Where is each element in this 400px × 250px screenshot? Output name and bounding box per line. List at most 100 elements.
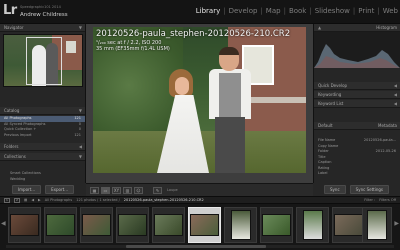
- folders-header[interactable]: Folders ◀: [0, 143, 85, 151]
- filmstrip-thumb[interactable]: [296, 207, 329, 243]
- back-arrow-icon[interactable]: ◀: [31, 198, 34, 202]
- expand-triangle-icon[interactable]: ◀: [394, 101, 397, 106]
- module-slideshow[interactable]: Slideshow: [315, 7, 350, 15]
- filmstrip-scrollbar[interactable]: [6, 245, 394, 248]
- keywording-header[interactable]: Keywording ◀: [314, 91, 400, 99]
- thumb-image: [118, 214, 147, 236]
- thumb-image: [10, 214, 39, 236]
- filmstrip-header: 1 2 ▦ ◀ ▶ All Photographs 121 photos / 1…: [0, 196, 400, 204]
- filmstrip-thumb[interactable]: [260, 207, 293, 243]
- metadata-preset[interactable]: Default: [318, 123, 333, 128]
- navigator-preview-window: [66, 41, 76, 53]
- filmstrip-thumb[interactable]: [224, 207, 257, 243]
- filmstrip-left-arrow-icon[interactable]: ◀: [1, 220, 6, 227]
- painter-icon[interactable]: ✎: [153, 186, 162, 194]
- grid-view-icon[interactable]: ▦: [90, 186, 99, 194]
- sync-settings-button[interactable]: Sync Settings: [349, 185, 389, 194]
- metadata-header[interactable]: Default Metadata: [314, 122, 400, 130]
- filmstrip-thumb[interactable]: [332, 207, 365, 243]
- secondary-window-1-button[interactable]: 1: [4, 197, 10, 203]
- collapse-triangle-icon[interactable]: ▼: [79, 108, 82, 113]
- survey-view-icon[interactable]: ▥: [123, 186, 132, 194]
- collection-item-wedding[interactable]: Wedding: [0, 177, 85, 183]
- catalog-item-count: 121: [74, 132, 81, 137]
- thumb-image: [46, 214, 75, 236]
- metadata-list: File Name 20120526-paula... Copy Name Fol…: [314, 130, 400, 178]
- photo-groom: [205, 47, 255, 173]
- metadata-value[interactable]: 20120526-paula...: [364, 138, 396, 144]
- module-book[interactable]: Book: [289, 7, 306, 15]
- filmstrip[interactable]: ◀ ▶: [0, 204, 400, 250]
- collections-list: Smart Collections Wedding: [0, 161, 85, 183]
- catalog-item-label: Previous Import: [4, 132, 32, 137]
- groom-pants: [215, 117, 245, 173]
- metadata-title: Metadata: [378, 123, 397, 128]
- filmstrip-source[interactable]: All Photographs: [45, 198, 73, 202]
- navigator-preview[interactable]: [3, 34, 83, 87]
- loupe-view-icon[interactable]: ▭: [101, 186, 110, 194]
- metadata-label: Label: [318, 171, 328, 175]
- catalog-title: Catalog: [4, 108, 20, 113]
- main-photo[interactable]: 20120526-paula_stephen-20120526-210.CR2 …: [93, 27, 306, 173]
- metadata-value[interactable]: 2012-05-26: [376, 149, 396, 155]
- filmstrip-thumb[interactable]: [8, 207, 41, 243]
- photo-bride: [153, 69, 211, 173]
- navigator-zoom-box[interactable]: [26, 37, 62, 85]
- grid-icon[interactable]: ▦: [24, 198, 27, 202]
- expand-triangle-icon[interactable]: ◀: [394, 92, 397, 97]
- collapse-triangle-icon[interactable]: ▼: [79, 25, 82, 30]
- people-view-icon[interactable]: ☺: [134, 186, 143, 194]
- module-print[interactable]: Print: [358, 7, 374, 15]
- clipping-indicator-icon[interactable]: ▲: [318, 25, 321, 30]
- histogram-title: Histogram: [376, 25, 397, 30]
- filmstrip-thumb[interactable]: [44, 207, 77, 243]
- left-panel: Navigator ▼ Catalog ▼ All Photographs 12…: [0, 24, 86, 196]
- filmstrip-thumb[interactable]: [116, 207, 149, 243]
- module-separator: |: [260, 7, 263, 15]
- histogram-header[interactable]: ▲ Histogram: [314, 24, 400, 32]
- forward-arrow-icon[interactable]: ▶: [38, 198, 41, 202]
- expand-triangle-icon[interactable]: ◀: [79, 144, 82, 149]
- thumb-image: [154, 214, 183, 236]
- quick-develop-header[interactable]: Quick Develop ◀: [314, 82, 400, 90]
- sync-button[interactable]: Sync: [324, 185, 346, 194]
- quick-develop-title: Quick Develop: [318, 83, 348, 88]
- module-web[interactable]: Web: [383, 7, 398, 15]
- module-develop[interactable]: Develop: [229, 7, 258, 15]
- toolbar-loupe-text: Loupe: [167, 188, 178, 192]
- collection-item-label: Wedding: [10, 176, 26, 181]
- filter-value[interactable]: Filters Off: [379, 198, 396, 202]
- groom-vest: [219, 73, 241, 117]
- library-toolbar: ▦ ▭ XY ▥ ☺ ✎ Loupe: [86, 183, 313, 196]
- bride-face: [175, 77, 189, 95]
- thumb-image: [367, 210, 387, 240]
- secondary-window-2-button[interactable]: 2: [14, 197, 20, 203]
- overlay-lens: 35 mm (EF35mm f/1.4L USM): [96, 46, 170, 52]
- catalog-header[interactable]: Catalog ▼: [0, 107, 85, 115]
- import-button[interactable]: Import...: [11, 185, 42, 194]
- filmstrip-right-arrow-icon[interactable]: ▶: [394, 220, 399, 227]
- keyword-list-header[interactable]: Keyword List ◀: [314, 100, 400, 108]
- collapse-triangle-icon[interactable]: ▼: [79, 154, 82, 159]
- module-map[interactable]: Map: [266, 7, 281, 15]
- catalog-list: All Photographs 121 All Synced Photograp…: [0, 115, 85, 139]
- collections-header[interactable]: Collections ▼: [0, 153, 85, 161]
- overlay-file-name: 20120526-paula_stephen-20120526-210.CR2: [96, 29, 291, 39]
- catalog-item-previous-import[interactable]: Previous Import 121: [0, 133, 85, 139]
- expand-triangle-icon[interactable]: ◀: [394, 83, 397, 88]
- loupe-view[interactable]: 20120526-paula_stephen-20120526-210.CR2 …: [86, 24, 313, 183]
- filmstrip-thumb[interactable]: [362, 207, 392, 243]
- lightroom-logo: Lr: [3, 3, 17, 18]
- filmstrip-thumb[interactable]: [80, 207, 113, 243]
- navigator-header[interactable]: Navigator ▼: [0, 24, 85, 32]
- filmstrip-thumb[interactable]: [152, 207, 185, 243]
- module-separator: |: [283, 7, 286, 15]
- metadata-row: Label: [314, 171, 400, 177]
- filmstrip-scrollbar-thumb[interactable]: [126, 245, 266, 248]
- module-picker: Library | Develop | Map | Book | Slidesh…: [196, 7, 398, 15]
- filmstrip-thumb-selected[interactable]: [188, 207, 221, 243]
- compare-view-icon[interactable]: XY: [112, 186, 121, 194]
- filmstrip-selected-file: 20120526-paula_stephen-20120526-210.CR2: [123, 198, 204, 202]
- export-button[interactable]: Export...: [45, 185, 74, 194]
- module-library[interactable]: Library: [196, 7, 220, 15]
